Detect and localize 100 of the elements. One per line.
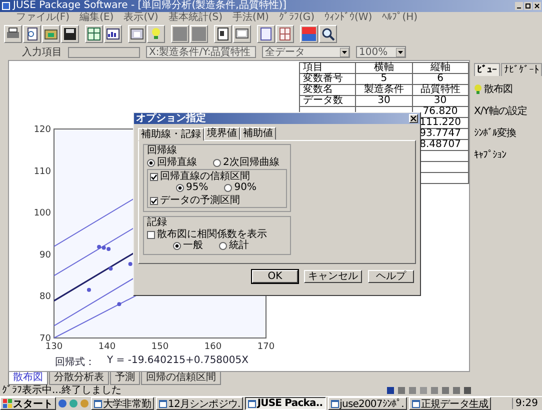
menu-item[interactable]: ﾍﾙﾌﾟ(H) xyxy=(382,12,418,24)
toolbar-button[interactable] xyxy=(257,25,275,43)
radio-button[interactable]: 回帰直線 xyxy=(147,157,197,168)
toolbar-button[interactable] xyxy=(85,25,103,43)
table-cell: 変数番号 xyxy=(300,74,356,84)
table-icon xyxy=(86,26,102,42)
grid-icon xyxy=(277,26,293,42)
dialog-button[interactable]: キャンセル xyxy=(304,270,362,283)
window-icon xyxy=(159,400,168,408)
dropdown[interactable]: 全データ xyxy=(262,46,350,58)
start-button[interactable]: スタート xyxy=(0,397,56,410)
panel-item[interactable]: X/Y軸の設定 xyxy=(474,102,542,120)
toolbar-button[interactable] xyxy=(319,25,337,43)
toolbar-button[interactable] xyxy=(233,25,251,43)
axis-tick-label: 150 xyxy=(151,342,169,351)
dialog-button[interactable]: ヘルプ xyxy=(368,270,414,283)
taskbar-button[interactable]: JUSE Packa.. xyxy=(245,397,326,410)
close-button[interactable] xyxy=(409,114,418,123)
close-icon xyxy=(410,115,417,122)
panel-item[interactable]: ｷｬﾌﾟｼｮﾝ xyxy=(474,146,542,164)
maximize-icon[interactable] xyxy=(524,2,532,10)
dropdown-arrow-icon xyxy=(396,48,405,56)
menu-item[interactable]: 編集(E) xyxy=(80,12,114,24)
checkbox[interactable]: 回帰直線の信頼区間 xyxy=(150,171,284,182)
minimize-icon[interactable] xyxy=(515,2,523,10)
menu-item[interactable]: ｸﾞﾗﾌ(G) xyxy=(278,12,314,24)
dialog-tab[interactable]: 補助値 xyxy=(240,127,276,140)
app-icon xyxy=(2,2,10,10)
axis-tick-label: 130 xyxy=(45,342,63,351)
blank-tool-icon xyxy=(172,26,188,42)
number-grid-icon xyxy=(301,26,317,42)
save-icon xyxy=(62,26,78,42)
chart-icon xyxy=(105,26,121,42)
axis-tick-label: 80 xyxy=(40,292,51,302)
table-cell: 縦軸 xyxy=(412,62,468,74)
dialog-button[interactable]: OK xyxy=(252,270,298,283)
panel-item[interactable]: ｼﾝﾎﾞﾙ変換 xyxy=(474,124,542,142)
menu-item[interactable]: 表示(V) xyxy=(124,12,158,24)
table-cell: 30 xyxy=(412,96,468,106)
taskbar-button[interactable]: 12月シンポジウ. xyxy=(156,397,244,410)
dropdown[interactable]: X:製造条件/Y:品質特性 xyxy=(146,46,256,58)
axis-tick-label: 70 xyxy=(40,334,51,344)
close-icon[interactable] xyxy=(533,2,541,10)
window-icon xyxy=(129,26,145,42)
panel-item[interactable]: 散布図 xyxy=(474,80,542,98)
group-title: 回帰線 xyxy=(147,145,177,156)
table-cell: 30 xyxy=(356,96,412,106)
table-cell: 項目 xyxy=(300,62,356,74)
table-cell: 品質特性 xyxy=(412,84,468,96)
blank-tool-icon xyxy=(191,26,207,42)
radio-button[interactable]: 90% xyxy=(224,182,256,193)
sheet-tab[interactable]: 散布図 xyxy=(8,372,48,385)
radio-button[interactable]: 2次回帰曲線 xyxy=(213,157,280,168)
sheet-tab[interactable]: 予測 xyxy=(110,372,140,385)
window-icon xyxy=(412,400,420,408)
toolbar-button[interactable] xyxy=(42,25,60,43)
toolbar-button[interactable] xyxy=(104,25,122,43)
dropdown[interactable]: 100% xyxy=(356,46,406,58)
sheet-tab[interactable]: 分散分析表 xyxy=(49,372,109,385)
window-icon xyxy=(248,400,256,408)
dialog-tab[interactable]: 境界値 xyxy=(204,127,240,140)
window-icon xyxy=(94,400,102,408)
axis-tick-label: 160 xyxy=(204,342,222,351)
sheet-tab[interactable]: 回帰の信頼区間 xyxy=(141,372,221,385)
menu-item[interactable]: 手法(M) xyxy=(232,12,269,24)
dialog-tab[interactable]: 補助線・記録 xyxy=(138,128,204,141)
axis-tick-label: 140 xyxy=(98,342,116,351)
toolbar-button[interactable] xyxy=(214,25,232,43)
taskbar-button[interactable]: 大学非常勤 xyxy=(91,397,154,410)
checkbox[interactable]: 散布図に相関係数を表示 xyxy=(147,229,287,240)
input-field[interactable] xyxy=(68,46,140,58)
axis-tick-label: 100 xyxy=(34,208,51,219)
toolbar-button[interactable] xyxy=(4,25,22,43)
menu-item[interactable]: ファイル(F) xyxy=(16,12,70,24)
formula-label: 回帰式： xyxy=(55,356,95,369)
windows-logo-icon xyxy=(3,399,12,408)
axis-tick-label: 90 xyxy=(40,250,51,260)
menu-item[interactable]: ｳｨﾝﾄﾞｳ(W) xyxy=(324,12,372,24)
menu-item[interactable]: 基本統計(S) xyxy=(168,12,222,24)
group-title: 記録 xyxy=(147,217,168,228)
dialog-title: オプション指定 xyxy=(136,113,207,124)
radio-button[interactable]: 統計 xyxy=(219,240,249,251)
toolbar-button[interactable] xyxy=(128,25,146,43)
bulb-icon xyxy=(474,84,482,94)
taskbar-button[interactable]: 正規データ生成 xyxy=(408,397,492,410)
checkbox[interactable]: データの予測区間 xyxy=(150,195,284,206)
toolbar-button[interactable] xyxy=(23,25,41,43)
toolbar-button[interactable] xyxy=(61,25,79,43)
table-cell: 6 xyxy=(412,74,468,84)
radio-button[interactable]: 一般 xyxy=(173,240,203,251)
taskbar-button[interactable]: juse2007ｼﾝﾎﾟ. xyxy=(328,397,407,410)
axis-tick-label: 110 xyxy=(34,166,51,177)
table-cell: データ数 xyxy=(300,96,356,106)
axis-tick-label: 170 xyxy=(257,342,275,351)
table-cell: 変数名 xyxy=(300,84,356,96)
panel-tab[interactable]: ﾋﾞｭｰ xyxy=(474,63,500,76)
radio-button[interactable]: 95% xyxy=(176,182,208,193)
sheet-icon xyxy=(258,26,274,42)
panel-tab[interactable]: ﾅﾋﾞｹﾞｰﾄ xyxy=(501,63,542,76)
table-cell: 5 xyxy=(356,74,412,84)
